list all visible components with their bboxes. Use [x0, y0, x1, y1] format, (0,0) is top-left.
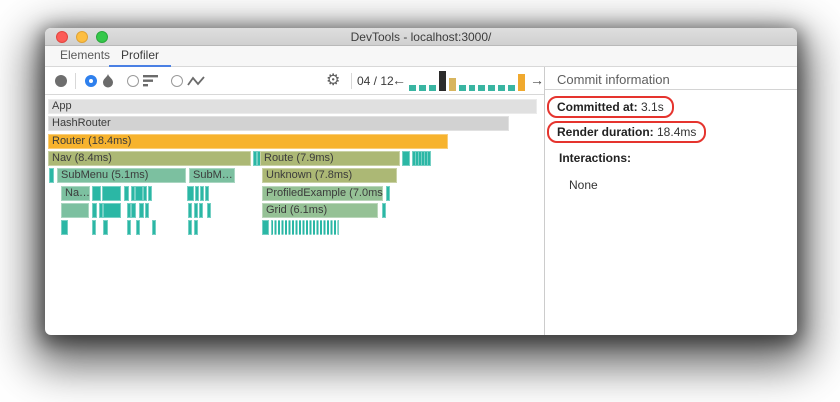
flame-bar[interactable]: Router (18.4ms) — [48, 134, 448, 149]
interactions-label: Interactions: — [559, 151, 632, 165]
flame-bar[interactable] — [134, 186, 143, 201]
flame-bar[interactable] — [194, 220, 198, 235]
snapshot-bar[interactable] — [428, 85, 436, 91]
interactions-value: None — [569, 178, 598, 192]
flame-bar[interactable]: Route (7.9ms) — [260, 151, 400, 166]
flame-bar[interactable] — [145, 203, 149, 218]
flame-bar[interactable]: ProfiledExample (7.0ms) — [262, 186, 383, 201]
tab-elements[interactable]: Elements — [54, 46, 116, 67]
flame-bar[interactable] — [61, 203, 89, 218]
commit-info-body: Committed at: 3.1s Render duration: 18.4… — [545, 90, 797, 192]
profiler-toolbar: ⚙ 04 / 12 ← → — [45, 67, 544, 95]
flame-chart: App HashRouter Router (18.4ms) Nav (8.4ms) R… — [45, 95, 544, 335]
flame-bar[interactable] — [152, 220, 156, 235]
flame-bar[interactable] — [148, 186, 152, 201]
prev-snapshot-button[interactable]: ← — [392, 72, 406, 88]
flame-bar[interactable] — [402, 151, 410, 166]
snapshot-bar[interactable] — [478, 85, 486, 91]
flame-bar[interactable] — [102, 186, 121, 201]
flame-bar[interactable] — [187, 186, 194, 201]
flame-bar[interactable] — [188, 203, 192, 218]
flame-bar[interactable] — [262, 220, 269, 235]
flame-bar[interactable] — [200, 186, 204, 201]
render-duration-label: Render duration: — [557, 125, 654, 139]
window-title: DevTools - localhost:3000/ — [350, 30, 492, 44]
snapshot-counter: 04 / 12 — [357, 74, 394, 88]
flamegraph-radio[interactable] — [85, 75, 97, 87]
gear-icon[interactable]: ⚙ — [326, 70, 340, 90]
flame-bar[interactable] — [205, 186, 209, 201]
next-snapshot-button[interactable]: → — [530, 72, 544, 88]
flame-bar[interactable]: SubM… — [189, 168, 235, 183]
committed-at-value: 3.1s — [637, 100, 664, 114]
flame-bar[interactable] — [426, 151, 431, 166]
snapshot-bar[interactable] — [418, 85, 426, 91]
flame-bar[interactable] — [382, 203, 386, 218]
flame-bar[interactable] — [195, 186, 199, 201]
flame-bar[interactable] — [124, 186, 129, 201]
snapshot-bar[interactable] — [498, 85, 506, 91]
flame-bar[interactable]: Grid (6.1ms) — [262, 203, 378, 218]
snapshot-bar[interactable] — [468, 85, 476, 91]
tab-bar: Elements Profiler — [45, 46, 797, 67]
devtools-window: DevTools - localhost:3000/ Elements Prof… — [45, 28, 797, 335]
snapshot-bar[interactable] — [508, 85, 516, 91]
flame-bar[interactable] — [139, 203, 144, 218]
snapshot-bar[interactable] — [488, 85, 496, 91]
commit-info-panel: Commit information Committed at: 3.1s Re… — [545, 67, 797, 335]
flame-bar[interactable] — [207, 203, 211, 218]
interactions-icon[interactable] — [187, 76, 205, 87]
ranked-chart-icon[interactable] — [143, 75, 159, 87]
profiler-panel: ⚙ 04 / 12 ← → App HashRouter Router (18.4m… — [45, 67, 545, 335]
flame-bar[interactable] — [92, 186, 101, 201]
commit-info-title: Commit information — [545, 67, 797, 90]
flame-bar[interactable] — [131, 203, 136, 218]
flame-bar[interactable] — [103, 203, 121, 218]
flame-bar[interactable] — [386, 186, 390, 201]
toolbar-divider — [75, 73, 76, 89]
flame-bar[interactable] — [199, 203, 203, 218]
ranked-radio[interactable] — [127, 75, 139, 87]
flame-bar[interactable] — [194, 203, 198, 218]
flame-bar[interactable] — [136, 220, 140, 235]
flame-bar[interactable] — [61, 220, 68, 235]
snapshot-bar[interactable] — [448, 78, 456, 91]
flame-bar[interactable]: SubMenu (5.1ms) — [57, 168, 186, 183]
interactions-radio[interactable] — [171, 75, 183, 87]
flame-bar[interactable] — [143, 186, 147, 201]
flame-bar[interactable] — [103, 220, 108, 235]
flame-bar[interactable]: HashRouter — [48, 116, 509, 131]
flame-bar[interactable]: Nav (8.4ms) — [48, 151, 251, 166]
record-button[interactable] — [55, 75, 67, 87]
flame-bar[interactable] — [49, 168, 54, 183]
snapshot-bar[interactable] — [409, 85, 416, 91]
committed-at-label: Committed at: — [557, 100, 638, 114]
snapshot-selector[interactable] — [409, 71, 526, 91]
toolbar-divider — [351, 73, 352, 89]
flame-bar[interactable] — [92, 203, 97, 218]
flame-bar[interactable] — [271, 220, 339, 235]
content-area: ⚙ 04 / 12 ← → App HashRouter Router (18.4m… — [45, 67, 797, 335]
tab-profiler[interactable]: Profiler — [109, 46, 172, 67]
flame-bar[interactable] — [127, 220, 131, 235]
flamegraph-icon[interactable] — [101, 73, 115, 89]
flame-bar[interactable] — [188, 220, 192, 235]
committed-at-annotation: Committed at: 3.1s — [547, 96, 674, 118]
flame-bar[interactable] — [92, 220, 96, 235]
flame-bar[interactable]: App — [48, 99, 537, 114]
title-bar[interactable]: DevTools - localhost:3000/ — [45, 28, 797, 46]
flame-bar[interactable]: Na… — [61, 186, 90, 201]
render-duration-value: 18.4ms — [653, 125, 697, 139]
screenshot-stage: DevTools - localhost:3000/ Elements Prof… — [0, 0, 840, 402]
snapshot-bar[interactable] — [438, 71, 446, 91]
flame-bar[interactable]: Unknown (7.8ms) — [262, 168, 397, 183]
snapshot-bar[interactable] — [458, 85, 466, 91]
render-duration-annotation: Render duration: 18.4ms — [547, 121, 707, 143]
snapshot-bar[interactable] — [518, 74, 526, 91]
